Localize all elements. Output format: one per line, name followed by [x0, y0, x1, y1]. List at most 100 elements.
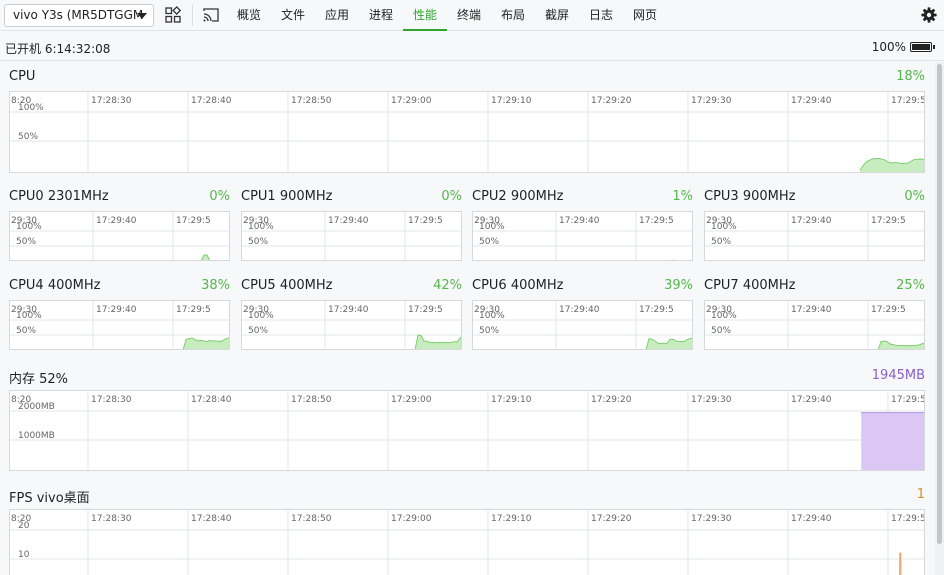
tab-5[interactable]: 终端: [457, 0, 481, 31]
x-tick-label: 17:29:40: [328, 216, 369, 226]
uptime-label: 已开机 6:14:32:08: [5, 42, 111, 56]
x-tick-label: 17:29:40: [791, 514, 832, 524]
series-area: [899, 553, 902, 575]
x-tick-label: 17:28:30: [91, 395, 132, 405]
x-tick-label: 17:29:5: [871, 216, 906, 226]
tab-1[interactable]: 文件: [281, 0, 305, 31]
cast-icon[interactable]: [202, 6, 220, 24]
x-tick-label: 17:29:5: [176, 216, 211, 226]
x-tick-label: 17:29:40: [96, 305, 137, 315]
tab-0[interactable]: 概览: [237, 0, 261, 31]
device-select-label: vivo Y3s (MR5DTGGM: [13, 8, 144, 22]
y-tick-label: 100%: [479, 311, 505, 321]
y-tick-label: 100%: [16, 222, 42, 232]
tab-7[interactable]: 截屏: [545, 0, 569, 31]
grid-icon[interactable]: [164, 6, 182, 24]
x-tick-label: 17:29:20: [591, 395, 632, 405]
fps-panel: FPS vivo桌面 1 8:20 17:28:30 17:28:40 17:28:5…: [9, 487, 925, 575]
y-tick-label: 100%: [16, 311, 42, 321]
core-title: CPU0 2301MHz: [9, 189, 109, 204]
tab-2[interactable]: 应用: [325, 0, 349, 31]
y-tick-label: 50%: [711, 237, 731, 247]
x-tick-label: 17:29:10: [491, 96, 532, 106]
cpu-chart: 8:20 17:28:30 17:28:40 17:28:50 17:29:00 17:2…: [9, 91, 925, 173]
x-tick-label: 17:29:5: [176, 305, 211, 315]
gear-icon[interactable]: [920, 6, 938, 24]
core-value: 39%: [664, 278, 693, 293]
cpu-core-panel: CPU7 400MHz 25% 29:30 17:29:40 17:29:5 100% 50…: [704, 278, 925, 350]
memory-value: 1945MB: [871, 368, 925, 383]
cpu-core-panel: CPU0 2301MHz 0% 29:30 17:29:40 17:29:5 100% 50…: [9, 189, 230, 261]
core-chart: 29:30 17:29:40 17:29:5 100% 50%: [9, 211, 230, 261]
cpu-panel: CPU 18% 8:20 17:28:30 17:28:40 17:28:50 17:2…: [9, 69, 925, 173]
core-chart: 29:30 17:29:40 17:29:5 100% 50%: [472, 211, 693, 261]
core-title: CPU5 400MHz: [241, 278, 333, 293]
y-tick-label: 50%: [18, 132, 38, 142]
x-tick-label: 17:28:40: [191, 514, 232, 524]
core-title: CPU2 900MHz: [472, 189, 564, 204]
y-tick-label: 50%: [479, 326, 499, 336]
x-tick-label: 17:29:5: [871, 305, 906, 315]
x-tick-label: 17:29:00: [391, 395, 432, 405]
x-tick-label: 17:29:40: [791, 96, 832, 106]
tab-6[interactable]: 布局: [501, 0, 525, 31]
x-tick-label: 17:29:5: [408, 305, 443, 315]
y-tick-label: 100%: [248, 311, 274, 321]
y-tick-label: 100%: [248, 222, 274, 232]
x-tick-label: 17:29:40: [559, 305, 600, 315]
x-tick-label: 17:29:40: [791, 305, 832, 315]
fps-chart: 8:20 17:28:30 17:28:40 17:28:50 17:29:00 17:2…: [9, 509, 925, 575]
y-tick-label: 50%: [711, 326, 731, 336]
core-chart: 29:30 17:29:40 17:29:5 100% 50%: [704, 300, 925, 350]
battery-percent: 100%: [871, 40, 906, 54]
chevron-down-icon: [137, 13, 147, 19]
memory-panel: 内存 52% 1945MB 8:20 17:28:30 17:28:40 17:28:…: [9, 368, 925, 471]
tab-9[interactable]: 网页: [633, 0, 657, 31]
y-tick-label: 100%: [711, 311, 737, 321]
x-tick-label: 17:28:30: [91, 514, 132, 524]
tab-3[interactable]: 进程: [369, 0, 393, 31]
x-tick-label: 17:29:5: [891, 514, 925, 524]
toolbar: vivo Y3s (MR5DTGGM 概览 文件 应用 进程 性能 终端 布局 截屏 日志 网页: [0, 0, 944, 31]
cpu-core-panel: CPU6 400MHz 39% 29:30 17:29:40 17:29:5 100% 50…: [472, 278, 693, 350]
memory-title: 内存 52%: [9, 372, 69, 387]
core-value: 25%: [896, 278, 925, 293]
y-tick-label: 10: [18, 550, 30, 560]
x-tick-label: 17:29:40: [791, 395, 832, 405]
core-title: CPU7 400MHz: [704, 278, 796, 293]
series-area: [201, 255, 210, 260]
performance-content: CPU 18% 8:20 17:28:30 17:28:40 17:28:50 17:2…: [0, 62, 934, 575]
cpu-core-panel: CPU2 900MHz 1% 29:30 17:29:40 17:29:5 100% 50%: [472, 189, 693, 261]
x-tick-label: 17:29:5: [408, 216, 443, 226]
core-chart: 29:30 17:29:40 17:29:5 100% 50%: [472, 300, 693, 350]
cpu-value: 18%: [896, 69, 925, 84]
core-value: 42%: [433, 278, 462, 293]
scrollbar-thumb[interactable]: [937, 64, 942, 544]
series-line: [669, 259, 677, 260]
x-tick-label: 17:29:30: [691, 96, 732, 106]
fps-title: FPS vivo桌面: [9, 491, 90, 506]
core-title: CPU3 900MHz: [704, 189, 796, 204]
x-tick-label: 17:29:10: [491, 514, 532, 524]
cpu-core-panel: CPU5 400MHz 42% 29:30 17:29:40 17:29:5 100% 50…: [241, 278, 462, 350]
x-tick-label: 17:28:50: [291, 514, 332, 524]
x-tick-label: 17:29:5: [891, 96, 925, 106]
y-tick-label: 100%: [18, 103, 44, 113]
tab-4[interactable]: 性能: [402, 0, 448, 31]
y-tick-label: 2000MB: [18, 402, 55, 412]
device-select[interactable]: vivo Y3s (MR5DTGGM: [4, 4, 154, 27]
x-tick-label: 17:29:5: [639, 216, 674, 226]
status-bar: 已开机 6:14:32:08 100%: [0, 31, 944, 61]
cpu-core-panel: CPU4 400MHz 38% 29:30 17:29:40 17:29:5 100% 50…: [9, 278, 230, 350]
core-value: 0%: [209, 189, 230, 204]
core-title: CPU6 400MHz: [472, 278, 564, 293]
x-tick-label: 17:29:00: [391, 514, 432, 524]
x-tick-label: 17:28:40: [191, 395, 232, 405]
battery-icon: [910, 42, 935, 52]
cpu-core-panel: CPU1 900MHz 0% 29:30 17:29:40 17:29:5 100% 50%: [241, 189, 462, 261]
tab-8[interactable]: 日志: [589, 0, 613, 31]
core-chart: 29:30 17:29:40 17:29:5 100% 50%: [9, 300, 230, 350]
core-chart: 29:30 17:29:40 17:29:5 100% 50%: [241, 211, 462, 261]
vertical-scrollbar[interactable]: [935, 62, 944, 575]
y-tick-label: 50%: [248, 237, 268, 247]
